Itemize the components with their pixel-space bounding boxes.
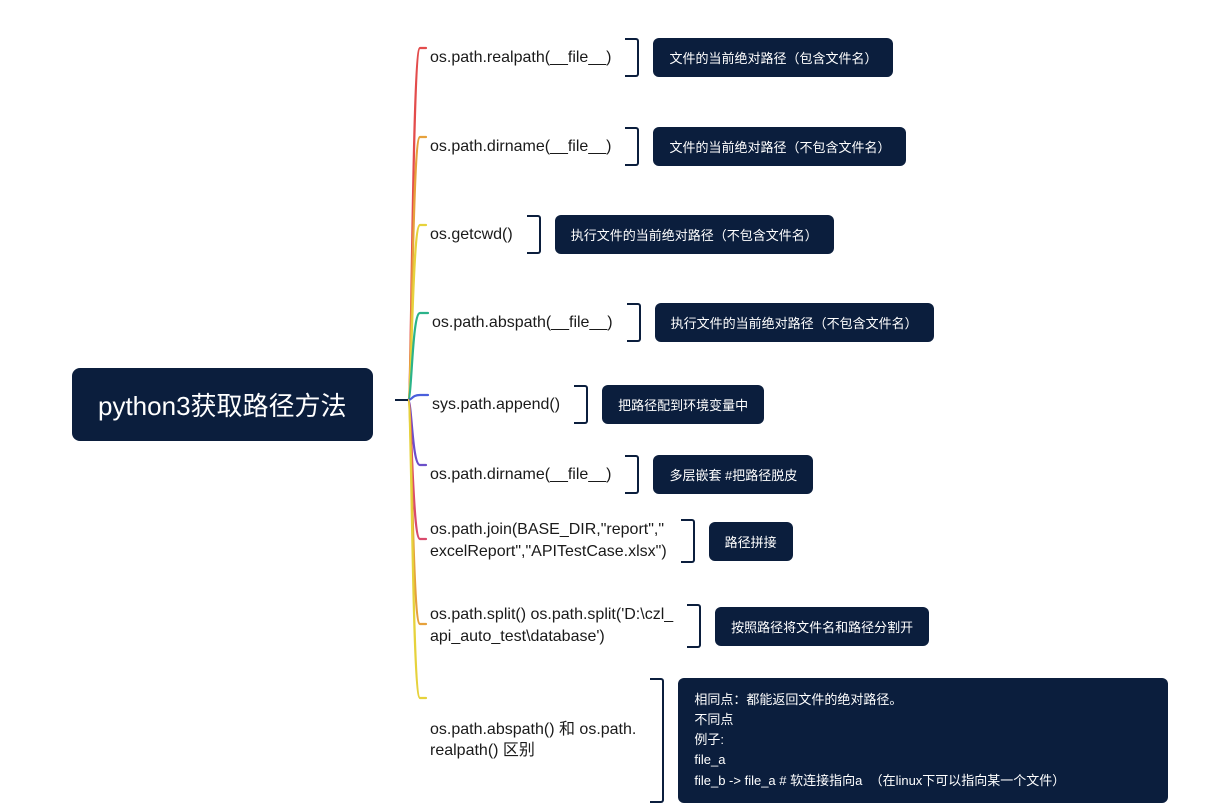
branch-description: 路径拼接 <box>709 522 793 561</box>
method-label: os.path.abspath() 和 os.path. realpath() … <box>430 719 636 762</box>
branch-row[interactable]: os.path.split() os.path.split('D:\czl_ a… <box>430 604 929 648</box>
branch-description: 相同点：都能返回文件的绝对路径。 不同点 例子: file_a file_b -… <box>678 678 1168 803</box>
bracket-icon <box>574 385 588 424</box>
root-label: python3获取路径方法 <box>98 391 347 421</box>
bracket-icon <box>687 604 701 648</box>
method-label: os.path.split() os.path.split('D:\czl_ a… <box>430 604 673 647</box>
bracket-icon <box>625 127 639 166</box>
branch-row[interactable]: os.path.dirname(__file__) 多层嵌套 #把路径脱皮 <box>430 455 813 494</box>
branch-row[interactable]: os.path.join(BASE_DIR,"report"," excelRe… <box>430 519 793 563</box>
bracket-icon <box>625 38 639 77</box>
method-label: sys.path.append() <box>432 394 560 416</box>
branch-description: 文件的当前绝对路径（不包含文件名） <box>653 127 906 166</box>
branch-row[interactable]: sys.path.append() 把路径配到环境变量中 <box>432 385 764 424</box>
method-label: os.path.abspath(__file__) <box>432 312 613 334</box>
branch-row[interactable]: os.path.dirname(__file__) 文件的当前绝对路径（不包含文件… <box>430 127 906 166</box>
branch-description: 按照路径将文件名和路径分割开 <box>715 607 929 646</box>
method-label: os.getcwd() <box>430 224 513 246</box>
bracket-icon <box>527 215 541 254</box>
branch-row[interactable]: os.path.abspath(__file__) 执行文件的当前绝对路径（不包含… <box>432 303 934 342</box>
bracket-icon <box>627 303 641 342</box>
branch-description: 文件的当前绝对路径（包含文件名） <box>653 38 893 77</box>
bracket-icon <box>650 678 664 803</box>
branch-description: 把路径配到环境变量中 <box>602 385 764 424</box>
branch-description: 多层嵌套 #把路径脱皮 <box>653 455 813 494</box>
branch-row[interactable]: os.path.abspath() 和 os.path. realpath() … <box>430 678 1168 803</box>
root-node[interactable]: python3获取路径方法 <box>72 368 373 441</box>
bracket-icon <box>625 455 639 494</box>
branch-row[interactable]: os.getcwd() 执行文件的当前绝对路径（不包含文件名） <box>430 215 834 254</box>
method-label: os.path.dirname(__file__) <box>430 136 611 158</box>
branch-description: 执行文件的当前绝对路径（不包含文件名） <box>555 215 834 254</box>
method-label: os.path.realpath(__file__) <box>430 47 611 69</box>
method-label: os.path.join(BASE_DIR,"report"," excelRe… <box>430 519 667 562</box>
method-label: os.path.dirname(__file__) <box>430 464 611 486</box>
bracket-icon <box>681 519 695 563</box>
branch-row[interactable]: os.path.realpath(__file__) 文件的当前绝对路径（包含文件… <box>430 38 893 77</box>
branch-description: 执行文件的当前绝对路径（不包含文件名） <box>655 303 934 342</box>
